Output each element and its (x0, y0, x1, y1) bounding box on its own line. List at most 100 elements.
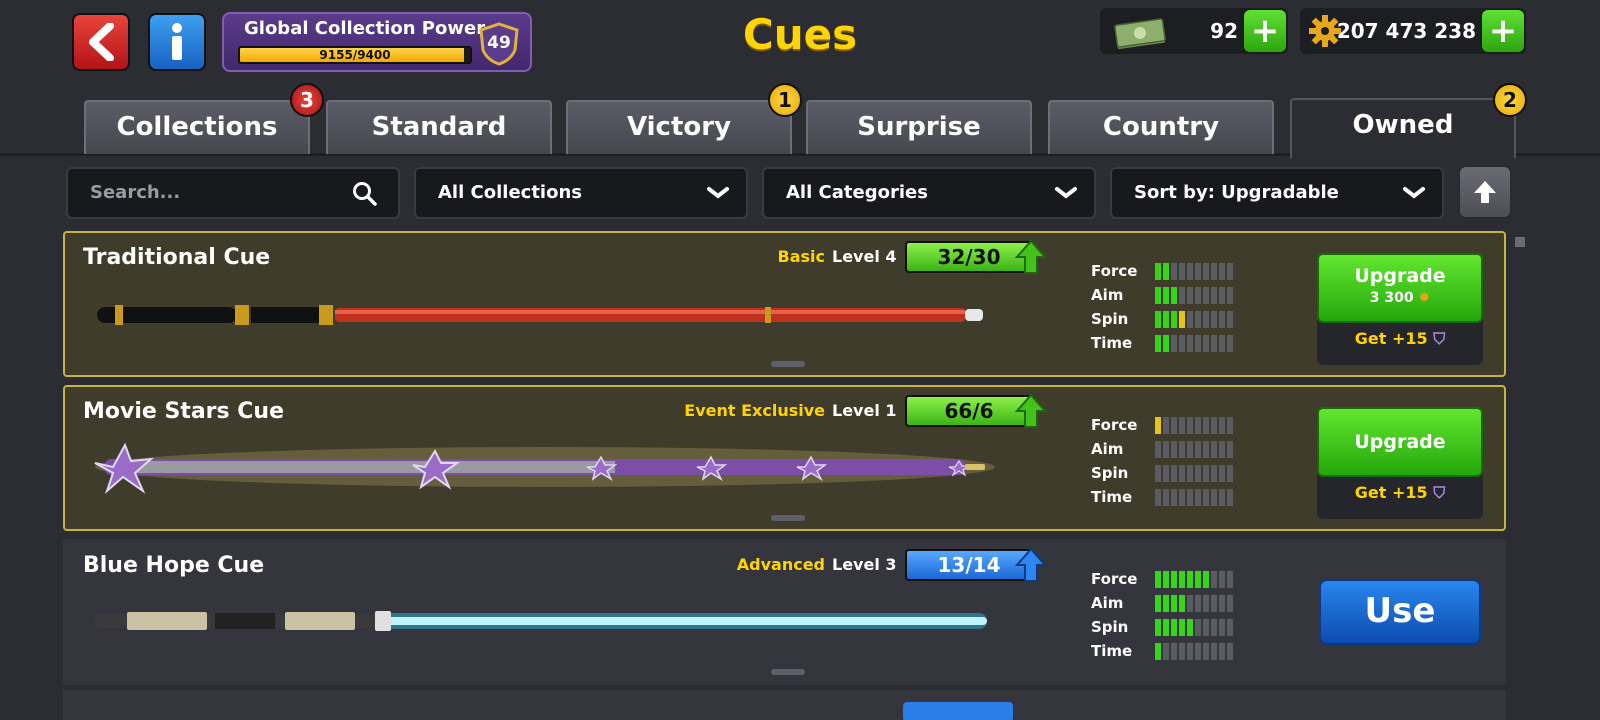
stat-segment (1187, 263, 1193, 280)
stat-time: Time (1091, 331, 1251, 355)
expand-handle[interactable] (771, 361, 805, 367)
stat-spin: Spin (1091, 615, 1251, 639)
shield-icon: ⛉ (1433, 329, 1446, 348)
stat-segment (1155, 263, 1161, 280)
stat-segment (1155, 619, 1161, 636)
tab-label: Owned (1352, 110, 1454, 140)
stat-segment (1195, 335, 1201, 352)
stat-segment (1211, 595, 1217, 612)
get-plus-button[interactable]: Get +15 ⛉ (1317, 329, 1483, 349)
stat-segment (1155, 417, 1161, 434)
info-button[interactable] (148, 13, 206, 71)
expand-handle[interactable] (771, 669, 805, 675)
stat-segment (1195, 441, 1201, 458)
cue-card-movie-stars[interactable]: Movie Stars Cue Event Exclusive Level 1 … (63, 385, 1506, 531)
stat-segment (1171, 619, 1177, 636)
stat-segment (1211, 417, 1217, 434)
stat-segment (1163, 489, 1169, 506)
stat-segment (1171, 263, 1177, 280)
tab-owned[interactable]: Owned (1290, 98, 1516, 158)
stat-segment (1187, 441, 1193, 458)
stat-segment (1187, 571, 1193, 588)
coins-display: 207 473 238 + (1300, 8, 1526, 54)
back-button[interactable] (72, 13, 130, 71)
upgrade-button[interactable]: Upgrade (1317, 407, 1483, 477)
stat-bar (1155, 571, 1233, 588)
stat-segment (1219, 643, 1225, 660)
global-collection-power[interactable]: Global Collection Power 9155/9400 49 (222, 12, 532, 72)
tab-country[interactable]: Country (1048, 100, 1274, 154)
scrollbar-thumb[interactable] (1515, 237, 1525, 247)
cue-upgrade-progress: 66/6 (905, 395, 1033, 427)
stat-segment (1211, 465, 1217, 482)
stat-segment (1219, 465, 1225, 482)
tab-surprise[interactable]: Surprise (806, 100, 1032, 154)
add-cash-button[interactable]: + (1244, 10, 1286, 52)
tab-collections[interactable]: Collections (84, 100, 310, 154)
stat-label: Time (1091, 334, 1133, 352)
stat-segment (1203, 417, 1209, 434)
stat-segment (1219, 263, 1225, 280)
sort-dropdown[interactable]: Sort by: Upgradable (1110, 167, 1444, 219)
sort-direction-button[interactable] (1458, 165, 1512, 219)
stat-segment (1155, 489, 1161, 506)
stat-segment (1211, 643, 1217, 660)
stat-segment (1163, 571, 1169, 588)
stat-segment (1227, 595, 1233, 612)
stat-segment (1219, 287, 1225, 304)
category-tabs: Collections Standard Victory Surprise Co… (0, 83, 1600, 158)
stat-segment (1211, 619, 1217, 636)
coins-value: 207 473 238 (1336, 19, 1476, 43)
stat-segment (1171, 643, 1177, 660)
stat-segment (1219, 417, 1225, 434)
traditional-cue-image (97, 305, 983, 325)
cue-name: Traditional Cue (83, 245, 271, 270)
cue-level: Level 1 (832, 401, 897, 420)
collections-dropdown[interactable]: All Collections (414, 167, 748, 219)
stat-segment (1211, 441, 1217, 458)
chevron-down-icon (1403, 187, 1425, 199)
tab-standard[interactable]: Standard (326, 100, 552, 154)
stat-segment (1163, 643, 1169, 660)
tab-victory[interactable]: Victory (566, 100, 792, 154)
search-input[interactable]: Search... (66, 167, 400, 219)
stat-segment (1203, 335, 1209, 352)
tab-label: Victory (626, 112, 732, 142)
stat-bar (1155, 263, 1233, 280)
upgrade-label: Upgrade (1354, 265, 1446, 287)
collections-badge: 3 (290, 83, 324, 117)
cue-card-blue-hope[interactable]: Blue Hope Cue Advanced Level 3 13/14 For… (63, 539, 1506, 685)
add-coins-button[interactable]: + (1482, 10, 1524, 52)
expand-handle[interactable] (771, 515, 805, 521)
stat-segment (1187, 619, 1193, 636)
stat-label: Spin (1091, 464, 1129, 482)
cue-card-partial[interactable] (63, 690, 1506, 720)
stat-segment (1203, 571, 1209, 588)
stat-segment (1227, 441, 1233, 458)
stat-time: Time (1091, 639, 1251, 663)
stat-segment (1219, 571, 1225, 588)
stat-segment (1163, 595, 1169, 612)
tab-label: Country (1102, 112, 1220, 142)
stat-label: Time (1091, 642, 1133, 660)
stat-segment (1187, 311, 1193, 328)
get-plus-button[interactable]: Get +15 ⛉ (1317, 483, 1483, 503)
stat-segment (1203, 489, 1209, 506)
search-icon (353, 182, 377, 206)
stat-segment (1187, 643, 1193, 660)
info-icon (172, 23, 182, 60)
cue-card-traditional[interactable]: Traditional Cue Basic Level 4 32/30 Forc… (63, 231, 1506, 377)
stat-segment (1203, 619, 1209, 636)
stat-segment (1179, 465, 1185, 482)
categories-dropdown[interactable]: All Categories (762, 167, 1096, 219)
stat-segment (1163, 619, 1169, 636)
upgrade-button[interactable]: Upgrade 3 300 ✹ (1317, 253, 1483, 323)
stat-segment (1203, 465, 1209, 482)
owned-badge: 2 (1493, 83, 1527, 117)
stat-segment (1227, 571, 1233, 588)
stat-segment (1155, 643, 1161, 660)
stat-segment (1163, 417, 1169, 434)
stat-segment (1171, 489, 1177, 506)
stat-segment (1179, 417, 1185, 434)
use-button[interactable]: Use (1319, 579, 1481, 645)
